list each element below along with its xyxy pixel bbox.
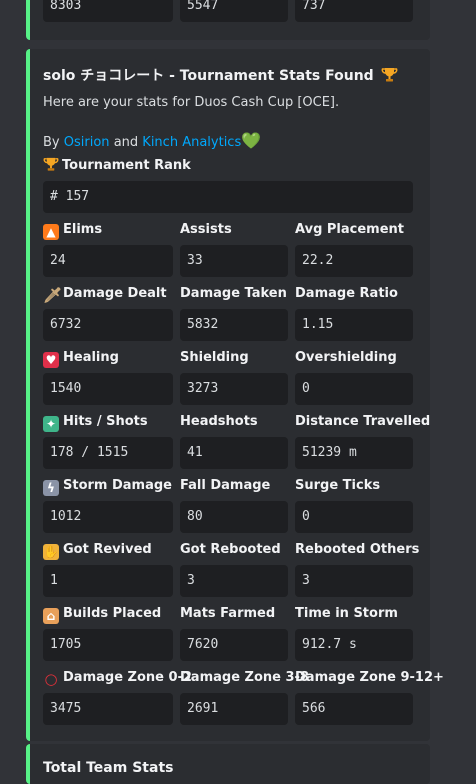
kinch-analytics-link[interactable]: Kinch Analytics [142,135,241,150]
stat-label: Distance Travelled [295,414,431,429]
rank-value: # 157 [43,181,413,213]
stat-value: 0 [295,501,413,533]
previous-embed: 8303 5547 737 [26,0,430,40]
stat-value: 3475 [43,693,173,725]
stat-value: 41 [180,437,288,469]
stat-value: 22.2 [295,245,413,277]
stat-label: ϟ Storm Damage [43,476,172,496]
stat-value: 1705 [43,629,173,661]
stat-label: 🗡Damage Dealt [43,286,167,304]
stat-label: Overshielding [295,350,397,365]
stat-label: Time in Storm [295,606,398,621]
embed-title: solo チョコレート - Tournament Stats Found [43,66,398,86]
heart-bandage-icon: ♥ [43,352,59,368]
stat-value: 8303 [43,0,173,22]
stat-label: Rebooted Others [295,542,420,557]
stat-value: 566 [295,693,413,725]
next-embed-title: Total Team Stats [43,760,174,776]
trophy-icon [381,68,397,82]
rank-label: Tournament Rank [43,156,191,176]
stat-value: 5547 [180,0,288,22]
stat-label: ✋ Got Revived [43,542,152,560]
stat-value: 1540 [43,373,173,405]
stat-value: 178 / 1515 [43,437,173,469]
stat-label: Damage Taken [180,286,287,301]
fire-icon: ▲ [43,224,59,240]
stat-label: Damage Zone 3-8 [180,670,309,685]
stat-label: Shielding [180,350,249,365]
dagger-icon: 🗡 [43,286,63,304]
stat-value: 1.15 [295,309,413,341]
stat-value: 51239 m [295,437,413,469]
stat-label: Got Rebooted [180,542,281,557]
embed-description: Here are your stats for Duos Cash Cup [O… [43,95,340,110]
osirion-link[interactable]: Osirion [64,135,110,150]
stat-label: Damage Zone 9-12+ [295,670,444,685]
stat-label: ⌂ Builds Placed [43,604,161,624]
stat-value: 2691 [180,693,288,725]
storm-cloud-icon: ϟ [43,480,59,496]
stat-value: 3 [295,565,413,597]
stat-value: 737 [295,0,413,22]
stat-label: Fall Damage [180,478,271,493]
attribution: By Osirion and Kinch Analytics💚 [43,131,262,150]
stat-value: 912.7 s [295,629,413,661]
stat-value: 1012 [43,501,173,533]
stat-value: 24 [43,245,173,277]
green-heart-icon: 💚 [241,131,262,150]
stat-label: ♥ Healing [43,348,119,368]
next-embed: Total Team Stats [26,744,430,784]
stat-value: 6732 [43,309,173,341]
stat-label: Surge Ticks [295,478,381,493]
stat-label: ○ Damage Zone 0-2 [44,670,192,688]
stat-value: 7620 [180,629,288,661]
stat-value: 80 [180,501,288,533]
stat-label: Assists [180,222,232,237]
stat-label: Headshots [180,414,258,429]
stat-value: 3 [180,565,288,597]
stat-value: 0 [295,373,413,405]
stat-label: ✦ Hits / Shots [43,412,148,432]
stat-label: ▲ Elims [43,220,102,240]
stat-value: 33 [180,245,288,277]
water-gun-icon: ✦ [43,416,59,432]
stat-value: 1 [43,565,173,597]
trophy-icon [43,157,59,171]
stat-label: Mats Farmed [180,606,276,621]
house-icon: ⌂ [43,608,59,624]
stat-label: Damage Ratio [295,286,398,301]
handshake-icon: ✋ [43,544,59,560]
red-circle-icon: ○ [44,670,58,688]
stat-label: Avg Placement [295,222,405,237]
stat-value: 3273 [180,373,288,405]
stat-value: 5832 [180,309,288,341]
